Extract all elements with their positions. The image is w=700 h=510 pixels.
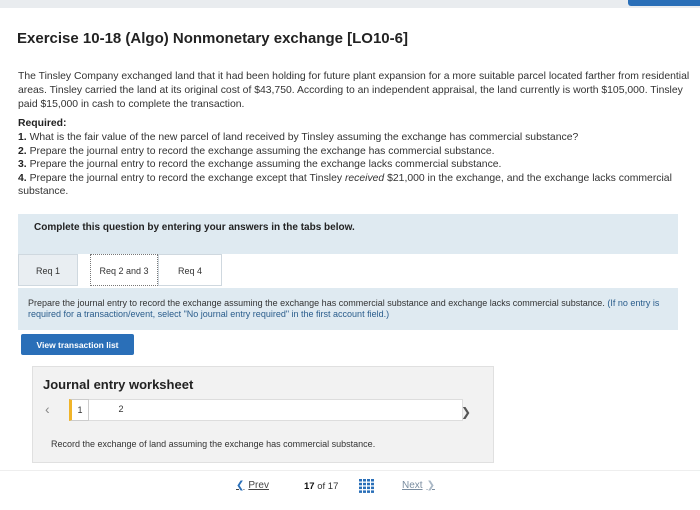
tab-req-4[interactable]: Req 4 (158, 254, 222, 286)
page-counter: 17 of 17 (304, 481, 338, 492)
requirement-text: What is the fair value of the new parcel… (29, 132, 579, 143)
view-transaction-list-button[interactable]: View transaction list (21, 334, 134, 355)
prev-label: Prev (248, 480, 269, 491)
required-label: Required: (18, 118, 67, 129)
tab-req-1[interactable]: Req 1 (18, 254, 78, 286)
top-bar (0, 0, 700, 8)
requirement-number: 4. (18, 172, 27, 184)
tab-bar: Req 1 Req 2 and 3 Req 4 (18, 254, 678, 288)
of-label: of (317, 481, 326, 492)
worksheet-title: Journal entry worksheet (43, 377, 194, 392)
page-title: Exercise 10-18 (Algo) Nonmonetary exchan… (17, 30, 408, 47)
requirement-text: Prepare the journal entry to record the … (29, 172, 345, 184)
requirement-number: 3. (18, 159, 27, 170)
requirement-item: 1. What is the fair value of the new par… (18, 131, 698, 145)
requirements-list: 1. What is the fair value of the new par… (18, 131, 698, 199)
tab-instruction-panel: Prepare the journal entry to record the … (18, 288, 678, 330)
requirement-emphasis: received (344, 172, 385, 184)
tab-req-2-and-3[interactable]: Req 2 and 3 (90, 254, 158, 286)
chevron-right-icon[interactable]: ❯ (461, 405, 471, 419)
chevron-left-icon[interactable]: ‹ (45, 401, 50, 417)
worksheet-description: Record the exchange of land assuming the… (51, 439, 376, 449)
next-label: Next (402, 480, 423, 491)
total-pages: 17 (327, 481, 339, 492)
requirement-number: 2. (18, 145, 27, 157)
requirement-text: Prepare the journal entry to record the … (29, 145, 495, 157)
requirement-item: 2. Prepare the journal entry to record t… (18, 145, 698, 159)
intro-paragraph: The Tinsley Company exchanged land that … (18, 71, 690, 110)
requirement-item: 3. Prepare the journal entry to record t… (18, 158, 698, 172)
top-bar-button[interactable] (628, 0, 700, 6)
instructions-banner: Complete this question by entering your … (18, 214, 678, 254)
chevron-left-icon: ❮ (236, 480, 245, 491)
worksheet-page-2[interactable]: 2 (111, 399, 131, 421)
journal-entry-worksheet: Journal entry worksheet ‹ 1 2 ❯ Record t… (32, 366, 494, 463)
requirement-item: 4. Prepare the journal entry to record t… (18, 172, 698, 199)
pagination-footer: ❮ Prev 17 of 17 Next ❯ (0, 470, 700, 510)
worksheet-page-1[interactable]: 1 (69, 399, 89, 421)
instruction-main: Prepare the journal entry to record the … (28, 298, 605, 308)
instructions-banner-text: Complete this question by entering your … (34, 222, 355, 233)
tab-instruction-text: Prepare the journal entry to record the … (28, 298, 668, 320)
current-page: 17 (304, 481, 315, 492)
next-button[interactable]: Next ❯ (402, 480, 435, 491)
grid-icon[interactable] (359, 479, 374, 493)
prev-button[interactable]: ❮ Prev (236, 480, 269, 491)
chevron-right-icon: ❯ (426, 480, 435, 491)
requirement-text: Prepare the journal entry to record the … (29, 159, 502, 170)
requirement-number: 1. (18, 132, 27, 143)
